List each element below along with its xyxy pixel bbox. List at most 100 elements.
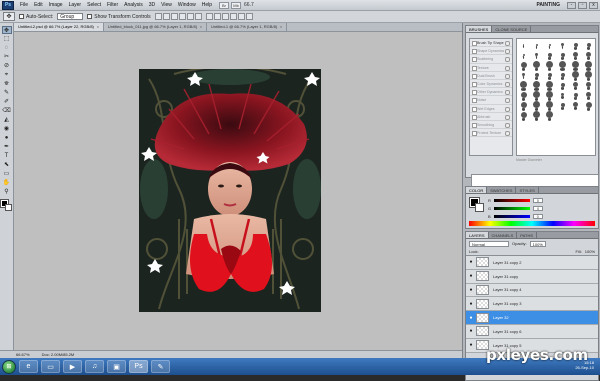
blur-tool-icon[interactable]: ◉ [2,125,12,133]
visibility-eye-icon[interactable]: ● [466,287,476,293]
distribute-vcenter-button[interactable] [213,13,221,20]
brush-tip[interactable]: 200 [533,81,540,91]
layer-row[interactable]: ● Layer 31 copy [466,269,598,284]
brush-tip[interactable]: 14 [560,82,565,90]
distribute-left-button[interactable] [229,13,237,20]
marquee-tool-icon[interactable]: ⬚ [2,35,12,43]
menu-file[interactable]: File [17,2,31,8]
brush-setting-item[interactable]: Smoothing [470,121,512,130]
brush-tip[interactable]: 44 [533,101,540,111]
opacity-field[interactable]: 100% [529,240,546,247]
ie-taskbar-icon[interactable]: e [19,360,38,373]
start-button[interactable]: ⊞ [2,359,16,374]
color-spectrum-bar[interactable] [469,221,595,226]
brush-tip[interactable]: 11 [560,93,565,99]
background-color-swatch[interactable] [5,204,12,211]
layer-row[interactable]: ● Layer 31 copy 3 [466,297,598,312]
path-selection-tool-icon[interactable]: ⬉ [2,161,12,169]
color-swatches[interactable] [0,199,12,211]
brush-tip[interactable]: 27 [586,82,591,90]
red-slider[interactable] [493,198,530,202]
explorer-taskbar-icon[interactable]: ▭ [41,360,60,373]
brush-tip[interactable]: 26 [573,102,578,110]
document-tab[interactable]: Untitled-2.psd @ 66.7% (Layer 22, RGB/8)… [14,23,104,31]
distribute-top-button[interactable] [205,13,213,20]
layer-row[interactable]: ● Layer 31 copy 6 [466,324,598,339]
itunes-taskbar-icon[interactable]: ♫ [85,360,104,373]
tab-close-icon[interactable]: x [280,24,282,29]
hand-tool-icon[interactable]: ✋ [2,179,12,187]
brush-tip[interactable]: 9 [561,43,564,49]
workspace-switcher[interactable]: PAINTING [536,2,560,8]
brush-tip[interactable]: 9 [522,73,525,79]
zoom-tool-icon[interactable]: ⚲ [2,188,12,196]
brush-setting-item[interactable]: Brush Tip Shape [470,39,512,48]
tab-layers[interactable]: LAYERS [466,232,489,238]
shape-tool-icon[interactable]: ▭ [2,170,12,178]
distribute-bottom-button[interactable] [221,13,229,20]
auto-select-dropdown[interactable]: Group [57,13,84,20]
brush-tip[interactable]: 65 [546,61,553,71]
show-transform-checkbox[interactable]: Show Transform Controls [87,14,151,20]
layer-row[interactable]: ● Layer 31 copy 4 [466,283,598,298]
brush-tip[interactable]: 23 [586,92,591,100]
pen-tool-icon[interactable]: ✒ [2,143,12,151]
visibility-eye-icon[interactable]: ● [466,328,476,334]
brush-tip[interactable]: 59 [546,91,553,101]
tab-swatches[interactable]: SWATCHES [487,187,517,193]
fill-field[interactable]: 100% [585,249,595,254]
clone-stamp-tool-icon[interactable]: ✐ [2,98,12,106]
maximize-button[interactable]: ▫ [578,1,587,9]
brush-tip[interactable]: 46 [533,91,540,101]
document-tab[interactable]: Untitled_block_011.jpg @ 66.7% (Layer 1,… [104,23,208,31]
tab-close-icon[interactable]: x [200,24,202,29]
photoshop-logo[interactable]: Ps [2,0,14,10]
brush-setting-item[interactable]: Color Dynamics [470,80,512,89]
lasso-tool-icon[interactable]: ◌ [2,44,12,52]
brush-setting-item[interactable]: Scattering [470,55,512,64]
crop-tool-icon[interactable]: ✂ [2,53,12,61]
distribute-right-button[interactable] [245,13,253,20]
distribute-hcenter-button[interactable] [237,13,245,20]
brush-tip[interactable]: 24 [573,82,578,90]
tab-styles[interactable]: STYLES [516,187,539,193]
paint-taskbar-icon[interactable]: ✎ [151,360,170,373]
close-button[interactable]: x [589,1,598,9]
menu-image[interactable]: Image [46,2,66,8]
align-top-button[interactable] [154,13,162,20]
tab-brushes[interactable]: BRUSHES [466,26,493,32]
background-swatch[interactable] [475,203,484,212]
document-tab[interactable]: Untitled-1 @ 66.7% (Layer 1, RGB/8) x [207,23,288,31]
tab-clone-source[interactable]: CLONE SOURCE [492,26,532,32]
brush-setting-item[interactable]: Noise [470,96,512,105]
brush-tip[interactable]: 13 [534,72,539,80]
brush-tip[interactable]: 14 [560,102,565,110]
tab-channels[interactable]: CHANNELS [489,232,518,238]
brush-setting-item[interactable]: Other Dynamics [470,88,512,97]
photoshop-taskbar-icon[interactable]: Ps [129,360,148,373]
menu-layer[interactable]: Layer [66,2,85,8]
brush-tip[interactable]: 27 [586,52,591,60]
brush-tip[interactable]: 17 [573,92,578,100]
menu-filter[interactable]: Filter [104,2,121,8]
menu-select[interactable]: Select [84,2,104,8]
brush-tool-icon[interactable]: ✎ [2,89,12,97]
brush-tip[interactable]: 1 [522,44,525,48]
healing-brush-tool-icon[interactable]: ⛯ [2,80,12,88]
menu-help[interactable]: Help [199,2,215,8]
dodge-tool-icon[interactable]: ● [2,134,12,142]
layer-row[interactable]: ● Layer 31 copy 2 [466,256,598,270]
checkbox-box[interactable] [19,14,24,19]
brush-tip[interactable]: 39 [520,91,527,101]
brush-tip[interactable]: 5 [548,43,551,49]
menu-3d[interactable]: 3D [146,2,158,8]
checkbox-box[interactable] [87,14,93,19]
brush-tip[interactable]: 17 [560,52,565,60]
menu-edit[interactable]: Edit [31,2,46,8]
tab-color[interactable]: COLOR [466,187,488,193]
document-image[interactable] [139,69,321,312]
brush-tip[interactable]: 42 [520,111,527,121]
brush-tip[interactable]: 9 [535,53,538,59]
brush-tip[interactable]: 65 [585,71,592,81]
minimize-button[interactable]: - [567,1,576,9]
